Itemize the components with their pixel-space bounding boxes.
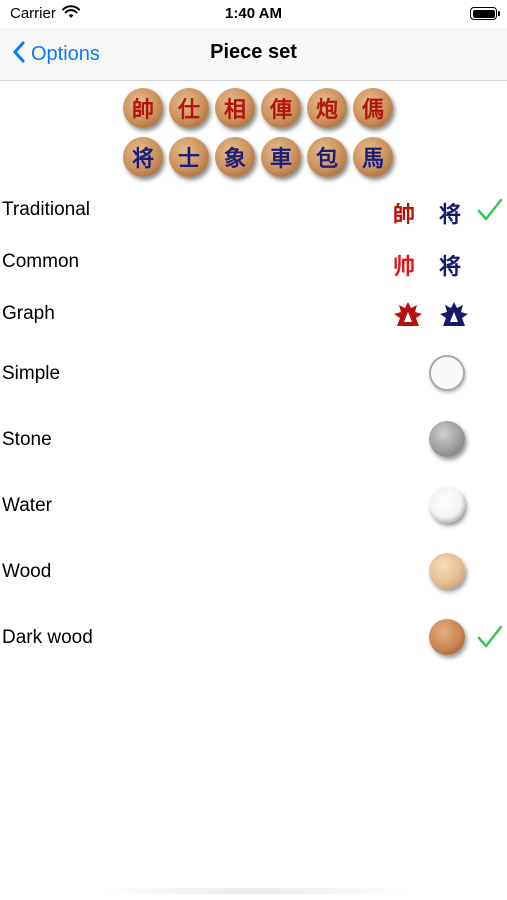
preview-piece-knight: 馬 [353, 137, 393, 177]
simple-piece-swatch [429, 355, 465, 391]
preview-piece-chariot: 俥 [261, 88, 301, 128]
red-general-glyph: 帅 [393, 254, 416, 280]
checkmark-icon [477, 625, 503, 654]
preview-piece-minister: 象 [215, 137, 255, 177]
piece-set-label: Water [2, 495, 52, 516]
black-general-glyph: 将 [439, 254, 462, 280]
preview-piece-general: 将 [123, 137, 163, 177]
status-bar: Carrier 1:40 AM [0, 0, 507, 28]
water-piece-swatch [429, 487, 465, 523]
piece-set-label: Simple [2, 363, 61, 384]
dark-wood-piece-swatch [429, 619, 465, 655]
piece-set-row-graph[interactable]: Graph [0, 289, 507, 341]
piece-set-row-stone[interactable]: Stone [0, 407, 507, 473]
preview-black-row: 将 士 象 車 包 馬 [123, 137, 393, 177]
preview-piece-guard: 士 [169, 137, 209, 177]
piece-set-label: Dark wood [2, 627, 93, 648]
navigation-bar: Options Piece set [0, 28, 507, 81]
black-helmet-icon [439, 300, 469, 333]
clock: 1:40 AM [225, 5, 282, 22]
wood-piece-swatch [429, 553, 465, 589]
black-general-glyph: 将 [439, 202, 462, 228]
home-indicator [100, 888, 407, 894]
piece-set-label: Common [2, 251, 80, 272]
preview-red-row: 帥 仕 相 俥 炮 傌 [123, 88, 393, 128]
piece-set-row-common[interactable]: Common 帅 将 [0, 237, 507, 289]
checkmark-icon [477, 198, 503, 227]
piece-set-label: Wood [2, 561, 52, 582]
piece-set-label: Traditional [2, 199, 91, 220]
preview-piece-elephant: 相 [215, 88, 255, 128]
preview-piece-advisor: 仕 [169, 88, 209, 128]
preview-piece-catapult: 包 [307, 137, 347, 177]
piece-set-row-traditional[interactable]: Traditional 帥 将 [0, 185, 507, 237]
piece-set-label: Stone [2, 429, 52, 450]
preview-piece-rook: 車 [261, 137, 301, 177]
piece-set-row-dark-wood[interactable]: Dark wood [0, 605, 507, 671]
piece-set-label: Graph [2, 303, 55, 324]
red-general-glyph: 帥 [393, 202, 416, 228]
page-title: Piece set [210, 41, 297, 63]
preview-piece-king: 帥 [123, 88, 163, 128]
piece-set-row-wood[interactable]: Wood [0, 539, 507, 605]
piece-set-row-water[interactable]: Water [0, 473, 507, 539]
piece-set-row-simple[interactable]: Simple [0, 341, 507, 407]
preview-piece-cannon: 炮 [307, 88, 347, 128]
battery-icon [470, 7, 500, 20]
stone-piece-swatch [429, 421, 465, 457]
preview-piece-horse: 傌 [353, 88, 393, 128]
red-helmet-icon [393, 300, 423, 333]
